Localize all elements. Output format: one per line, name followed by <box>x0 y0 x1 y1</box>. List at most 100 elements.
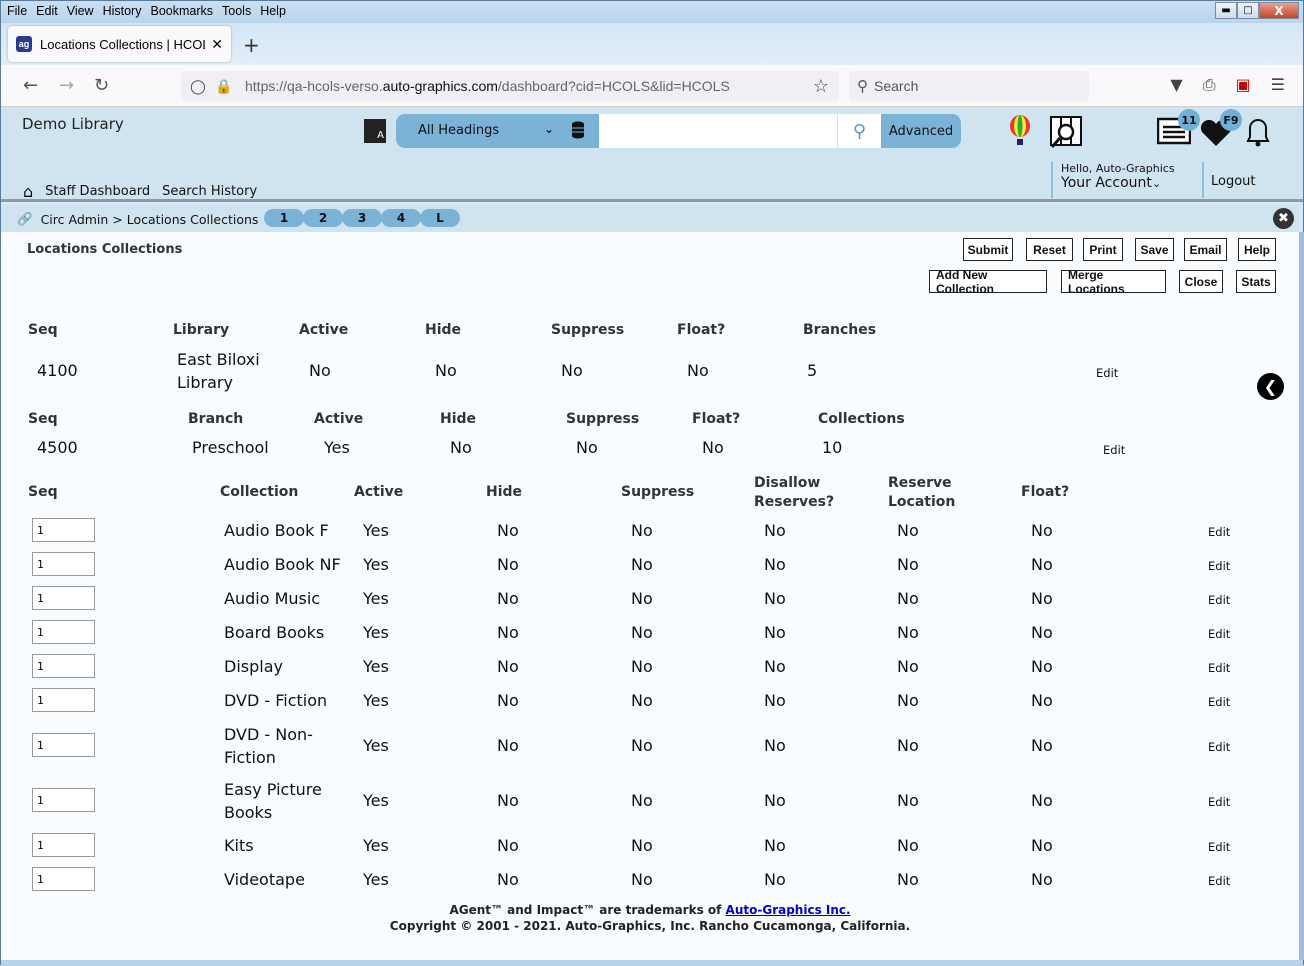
browse-shelf-icon[interactable] <box>1049 115 1083 149</box>
nav-search-history[interactable]: Search History <box>162 184 257 199</box>
page-pill-2[interactable]: 2 <box>303 209 343 227</box>
collection-edit-link[interactable]: Edit <box>1208 559 1230 573</box>
page-pill-1[interactable]: 1 <box>264 209 304 227</box>
extension-icon[interactable]: ▣ <box>1236 75 1251 95</box>
add-new-collection-button[interactable]: Add New Collection <box>929 268 1047 296</box>
menu-bar: File Edit View History Bookmarks Tools Help ▬ … <box>1 1 1303 23</box>
collection-reserve: No <box>897 521 919 540</box>
seq-input[interactable]: 1 <box>32 733 95 757</box>
seq-input[interactable]: 1 <box>32 552 95 576</box>
merge-locations-button[interactable]: Merge Locations <box>1061 268 1166 296</box>
menu-view[interactable]: View <box>67 4 94 18</box>
collection-name: Kits <box>224 836 254 855</box>
database-icon[interactable] <box>571 121 585 139</box>
menu-bookmarks[interactable]: Bookmarks <box>150 4 213 18</box>
tab-close-icon[interactable]: ✕ <box>211 36 223 53</box>
search-icon[interactable]: ⚲ <box>837 114 881 148</box>
reload-icon[interactable]: ↻ <box>94 75 109 96</box>
collection-hide: No <box>497 521 519 540</box>
submit-button[interactable]: Submit <box>963 238 1013 261</box>
breadcrumb-text[interactable]: Circ Admin > Locations Collections <box>41 212 259 227</box>
seq-input[interactable]: 1 <box>32 688 95 712</box>
bell-icon[interactable] <box>1241 115 1275 149</box>
window-close-button[interactable]: X <box>1259 2 1299 19</box>
collection-header-reserve-1: Reserve <box>888 475 952 491</box>
back-icon[interactable]: ← <box>23 75 38 96</box>
branch-collections: 10 <box>822 438 843 457</box>
help-button[interactable]: Help <box>1238 238 1276 261</box>
page-pill-4[interactable]: 4 <box>381 209 421 227</box>
collection-reserve: No <box>897 623 919 642</box>
address-bar[interactable]: ◯ 🔒 https://qa-hcols-verso.auto-graphics… <box>181 71 839 101</box>
collection-edit-link[interactable]: Edit <box>1208 840 1230 854</box>
collection-disallow: No <box>764 791 786 810</box>
collection-edit-link[interactable]: Edit <box>1208 795 1230 809</box>
chevron-left-icon[interactable]: ❮ <box>1257 373 1284 400</box>
library-seq: 4100 <box>37 361 78 380</box>
link-icon: 🔗 <box>17 211 33 226</box>
save-button[interactable]: Save <box>1135 238 1174 261</box>
collection-edit-link[interactable]: Edit <box>1208 740 1230 754</box>
collection-suppress: No <box>631 870 653 889</box>
chevron-down-icon[interactable]: ⌄ <box>544 122 554 136</box>
minimize-button[interactable]: ▬ <box>1215 2 1237 19</box>
scrollbar[interactable] <box>1299 232 1304 960</box>
search-input[interactable] <box>599 114 837 148</box>
branch-edit-link[interactable]: Edit <box>1103 443 1125 457</box>
print-button[interactable]: Print <box>1083 238 1123 261</box>
browser-search-box[interactable]: ⚲ Search <box>849 71 1089 101</box>
print-icon[interactable]: ⎙ <box>1203 75 1216 95</box>
collection-edit-link[interactable]: Edit <box>1208 627 1230 641</box>
collection-header-suppress: Suppress <box>621 484 695 500</box>
seq-input[interactable]: 1 <box>32 867 95 891</box>
close-panel-icon[interactable]: ✖ <box>1273 208 1294 229</box>
reset-button[interactable]: Reset <box>1026 238 1073 261</box>
bookmark-star-icon[interactable]: ☆ <box>813 76 829 97</box>
menu-edit[interactable]: Edit <box>36 4 58 18</box>
page-pill-l[interactable]: L <box>420 209 460 227</box>
collection-edit-link[interactable]: Edit <box>1208 874 1230 888</box>
stats-button[interactable]: Stats <box>1236 270 1276 293</box>
seq-input[interactable]: 1 <box>32 586 95 610</box>
advanced-search-button[interactable]: Advanced <box>881 114 961 148</box>
your-account-link[interactable]: Your Account <box>1061 175 1152 191</box>
seq-input[interactable]: 1 <box>32 518 95 542</box>
logout-link[interactable]: Logout <box>1202 162 1256 198</box>
collection-edit-link[interactable]: Edit <box>1208 695 1230 709</box>
library-edit-link[interactable]: Edit <box>1096 366 1118 380</box>
collection-name: Display <box>224 657 283 676</box>
browser-tab[interactable]: ag Locations Collections | HCOLS | ✕ <box>8 26 231 62</box>
seq-input[interactable]: 1 <box>32 788 95 812</box>
new-tab-button[interactable]: + <box>243 33 260 57</box>
collection-header-disallow-1: Disallow <box>754 475 821 491</box>
auto-graphics-link[interactable]: Auto-Graphics Inc. <box>726 903 851 917</box>
pocket-icon[interactable]: ▼ <box>1170 75 1182 95</box>
collection-suppress: No <box>631 736 653 755</box>
collection-active: Yes <box>363 836 389 855</box>
seq-input[interactable]: 1 <box>32 833 95 857</box>
email-button[interactable]: Email <box>1184 238 1227 261</box>
menu-icon[interactable]: ☰ <box>1271 75 1285 95</box>
chevron-down-icon: ⌄ <box>1151 177 1162 190</box>
maximize-button[interactable]: □ <box>1237 2 1259 19</box>
collection-hide: No <box>497 791 519 810</box>
collection-edit-link[interactable]: Edit <box>1208 661 1230 675</box>
page-pill-3[interactable]: 3 <box>342 209 382 227</box>
menu-file[interactable]: File <box>7 4 27 18</box>
translate-icon[interactable]: A <box>364 119 386 143</box>
hot-air-balloon-icon[interactable] <box>1008 115 1032 147</box>
forward-icon[interactable]: → <box>59 75 74 96</box>
close-button[interactable]: Close <box>1179 270 1223 293</box>
menu-tools[interactable]: Tools <box>222 4 251 18</box>
collection-edit-link[interactable]: Edit <box>1208 593 1230 607</box>
collection-edit-link[interactable]: Edit <box>1208 525 1230 539</box>
seq-input[interactable]: 1 <box>32 654 95 678</box>
collection-header-disallow-2: Reserves? <box>754 494 835 510</box>
menu-history[interactable]: History <box>103 4 142 18</box>
home-icon[interactable]: ⌂ <box>23 182 33 201</box>
menu-help[interactable]: Help <box>260 4 286 18</box>
seq-input[interactable]: 1 <box>32 620 95 644</box>
collection-float: No <box>1031 791 1053 810</box>
account-menu[interactable]: Hello, Auto-Graphics Your Account⌄ <box>1051 162 1175 198</box>
search-scope-select[interactable]: All Headings <box>418 123 499 138</box>
